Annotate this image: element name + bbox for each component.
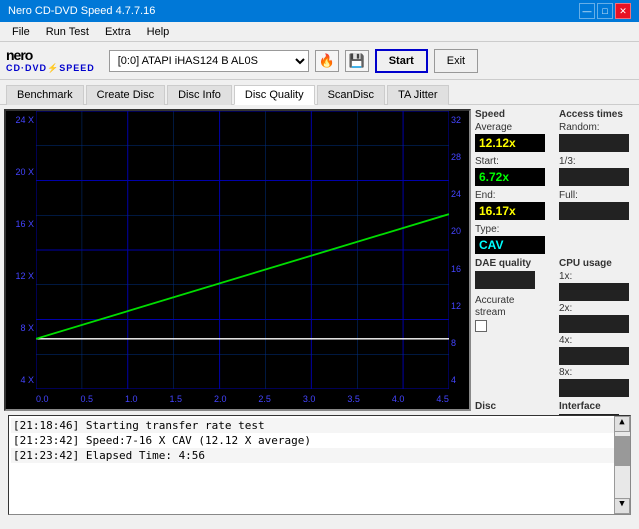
y-axis-right: 32 28 24 20 16 12 8 4	[449, 111, 469, 389]
average-value: 12.12x	[475, 134, 545, 152]
cpu-8x-label: 8x:	[559, 367, 635, 378]
end-label: End:	[475, 190, 551, 201]
speed-access-section: Speed Average 12.12x Start: 6.72x End: 1…	[475, 109, 635, 254]
start-button[interactable]: Start	[375, 49, 428, 73]
start-label: Start:	[475, 156, 551, 167]
maximize-button[interactable]: □	[597, 3, 613, 19]
app-title: Nero CD-DVD Speed 4.7.7.16	[8, 5, 155, 17]
accurate-stream-checkbox[interactable]	[475, 320, 487, 332]
cpu-4x-value	[559, 347, 629, 365]
tab-ta-jitter[interactable]: TA Jitter	[387, 85, 449, 105]
logo-area: nero CD·DVD⚡SPEED	[6, 47, 95, 74]
close-button[interactable]: ✕	[615, 3, 631, 19]
cpu-1x-value	[559, 283, 629, 301]
one-third-label: 1/3:	[559, 156, 635, 167]
access-times-section: Access times Random: 1/3: Full:	[559, 109, 635, 254]
tab-disc-quality[interactable]: Disc Quality	[234, 85, 315, 105]
cpu-2x-value	[559, 315, 629, 333]
cpu-4x-label: 4x:	[559, 335, 635, 346]
accurate-stream-checkbox-area	[475, 320, 551, 332]
tab-scan-disc[interactable]: ScanDisc	[317, 85, 385, 105]
log-entry-2: [21:23:42] Elapsed Time: 4:56	[11, 448, 628, 463]
access-times-header: Access times	[559, 109, 635, 120]
log-entry-1: [21:23:42] Speed:7-16 X CAV (12.12 X ave…	[11, 433, 628, 448]
disc-type-header: Disc	[475, 401, 551, 412]
cpu-section: CPU usage 1x: 2x: 4x: 8x:	[559, 258, 635, 397]
speed-chart: 24 X 20 X 16 X 12 X 8 X 4 X 32 28 24 20 …	[4, 109, 471, 411]
exit-button[interactable]: Exit	[434, 49, 478, 73]
dae-header: DAE quality	[475, 258, 551, 269]
speed-section: Speed Average 12.12x Start: 6.72x End: 1…	[475, 109, 551, 254]
toolbar: nero CD·DVD⚡SPEED [0:0] ATAPI iHAS124 B …	[0, 42, 639, 80]
log-area: [21:18:46] Starting transfer rate test […	[8, 415, 631, 515]
scrollbar-track	[615, 432, 630, 498]
interface-header: Interface	[559, 401, 635, 412]
cpu-2x-label: 2x:	[559, 303, 635, 314]
log-scroll-up[interactable]: ▲	[614, 416, 630, 432]
x-axis: 0.0 0.5 1.0 1.5 2.0 2.5 3.0 3.5 4.0 4.5	[36, 389, 449, 409]
chart-svg	[36, 111, 449, 389]
menu-file[interactable]: File	[6, 25, 36, 39]
drive-select[interactable]: [0:0] ATAPI iHAS124 B AL0S	[109, 50, 309, 72]
tab-create-disc[interactable]: Create Disc	[86, 85, 165, 105]
log-entry-0: [21:18:46] Starting transfer rate test	[11, 418, 628, 433]
menu-bar: File Run Test Extra Help	[0, 22, 639, 42]
main-content: 24 X 20 X 16 X 12 X 8 X 4 X 32 28 24 20 …	[0, 105, 639, 415]
log-section: [21:18:46] Starting transfer rate test […	[4, 415, 635, 515]
burn-icon-button[interactable]: 🔥	[315, 50, 339, 72]
stream-label: stream	[475, 307, 551, 318]
menu-help[interactable]: Help	[141, 25, 176, 39]
right-panel: Speed Average 12.12x Start: 6.72x End: 1…	[475, 109, 635, 411]
window-controls: — □ ✕	[579, 3, 631, 19]
end-value: 16.17x	[475, 202, 545, 220]
minimize-button[interactable]: —	[579, 3, 595, 19]
dae-section: DAE quality Accurate stream	[475, 258, 551, 397]
type-value: CAV	[475, 236, 545, 254]
one-third-value	[559, 168, 629, 186]
cpu-dae-section: DAE quality Accurate stream CPU usage 1x…	[475, 258, 635, 397]
save-icon-button[interactable]: 💾	[345, 50, 369, 72]
log-scrollbar: ▲ ▼	[614, 416, 630, 514]
scrollbar-thumb[interactable]	[615, 436, 630, 466]
type-label: Type:	[475, 224, 551, 235]
logo-nero: nero	[6, 47, 95, 63]
y-axis-left: 24 X 20 X 16 X 12 X 8 X 4 X	[6, 111, 36, 389]
random-label: Random:	[559, 122, 635, 133]
speed-header: Speed	[475, 109, 551, 120]
tab-disc-info[interactable]: Disc Info	[167, 85, 232, 105]
menu-run-test[interactable]: Run Test	[40, 25, 95, 39]
start-value: 6.72x	[475, 168, 545, 186]
logo-cdspeed: CD·DVD⚡SPEED	[6, 63, 95, 74]
average-label: Average	[475, 122, 551, 133]
dae-value	[475, 271, 535, 289]
random-value	[559, 134, 629, 152]
full-value	[559, 202, 629, 220]
log-scroll-down[interactable]: ▼	[614, 498, 630, 514]
cpu-1x-label: 1x:	[559, 271, 635, 282]
menu-extra[interactable]: Extra	[99, 25, 137, 39]
full-label: Full:	[559, 190, 635, 201]
tabs-bar: Benchmark Create Disc Disc Info Disc Qua…	[0, 80, 639, 105]
cpu-header: CPU usage	[559, 258, 635, 269]
tab-benchmark[interactable]: Benchmark	[6, 85, 84, 105]
cpu-8x-value	[559, 379, 629, 397]
title-bar: Nero CD-DVD Speed 4.7.7.16 — □ ✕	[0, 0, 639, 22]
accurate-label: Accurate	[475, 295, 551, 306]
